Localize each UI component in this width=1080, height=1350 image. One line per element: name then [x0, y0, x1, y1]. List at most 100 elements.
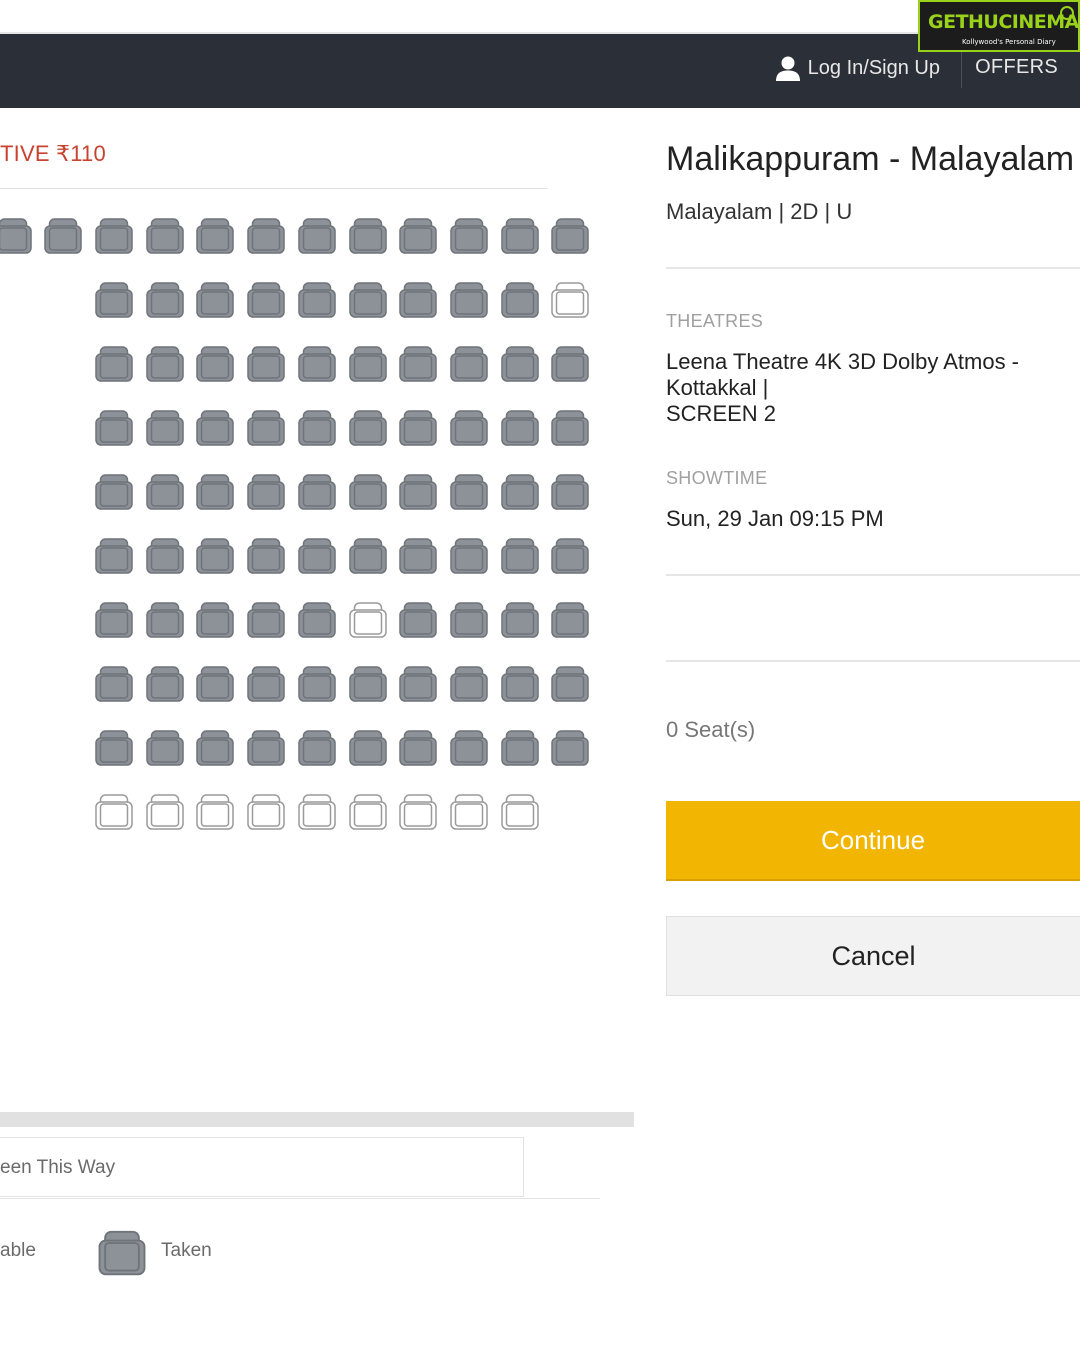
seat-icon: [399, 794, 437, 830]
seat-taken: [398, 728, 438, 768]
seat-icon: [551, 666, 590, 702]
seat-icon: [500, 218, 539, 254]
seat-icon: [298, 346, 336, 382]
summary-divider: [666, 574, 1080, 576]
legend-taken-label: Taken: [161, 1240, 212, 1261]
login-signup-link[interactable]: Log In/Sign Up: [774, 54, 940, 82]
seat-taken: [500, 280, 540, 320]
theatre-name: Leena Theatre 4K 3D Dolby Atmos - Kottak…: [666, 349, 1066, 427]
seat-taken: [500, 536, 540, 576]
seat-taken: [550, 472, 590, 512]
seat-taken: [94, 408, 134, 448]
seat-taken: [297, 408, 337, 448]
seat-icon: [450, 474, 488, 510]
seat-taken: [297, 216, 337, 256]
continue-button[interactable]: Continue: [666, 801, 1080, 881]
seat-icon: [399, 474, 437, 510]
seat-available[interactable]: [195, 792, 235, 832]
seat-taken: [500, 216, 540, 256]
seat-taken: [246, 664, 286, 704]
seat-available[interactable]: [348, 792, 388, 832]
seat-icon: [298, 666, 336, 702]
seat-icon: [551, 474, 590, 510]
seat-icon: [196, 730, 235, 766]
seat-taken: [195, 728, 235, 768]
seat-icon: [551, 218, 590, 254]
seat-icon: [450, 602, 488, 638]
seat-icon: [348, 410, 387, 446]
seat-taken: [449, 408, 489, 448]
seat-taken: [94, 536, 134, 576]
seat-taken: [246, 280, 286, 320]
seat-available[interactable]: [145, 792, 185, 832]
seat-available[interactable]: [449, 792, 489, 832]
seat-icon: [145, 346, 184, 382]
seat-available[interactable]: [246, 792, 286, 832]
user-icon: [775, 56, 800, 81]
seat-icon: [298, 602, 336, 638]
seat-icon: [500, 602, 539, 638]
seat-taken: [94, 344, 134, 384]
legend-taken-seat-icon: [96, 1228, 148, 1283]
seat-icon: [298, 730, 336, 766]
seat-icon: [247, 730, 285, 766]
seat-icon: [145, 282, 184, 318]
seat-icon: [399, 282, 437, 318]
theatre-screen-line: SCREEN 2: [666, 401, 777, 426]
seat-taken: [550, 408, 590, 448]
seat-icon: [95, 666, 133, 702]
seat-icon: [95, 410, 133, 446]
seat-taken: [449, 728, 489, 768]
seat-icon: [500, 282, 539, 318]
seat-taken: [500, 600, 540, 640]
seat-icon: [145, 730, 184, 766]
seat-icon: [145, 538, 184, 574]
theatres-label: THEATRES: [666, 311, 764, 331]
seat-icon: [298, 538, 336, 574]
summary-divider: [666, 660, 1080, 662]
seat-available[interactable]: [348, 600, 388, 640]
seat-available[interactable]: [94, 792, 134, 832]
seat-icon: [196, 410, 235, 446]
seat-map: [0, 0, 640, 900]
seat-icon: [247, 218, 285, 254]
seat-icon: [196, 282, 235, 318]
seat-taken: [297, 472, 337, 512]
seat-icon: [196, 666, 235, 702]
seat-taken: [94, 216, 134, 256]
seat-icon: [196, 218, 235, 254]
seat-icon: [348, 218, 387, 254]
seat-taken: [246, 408, 286, 448]
seat-taken: [348, 664, 388, 704]
seat-icon: [145, 602, 184, 638]
seat-taken: [398, 600, 438, 640]
seat-available[interactable]: [297, 792, 337, 832]
seat-taken: [145, 216, 185, 256]
seat-icon: [500, 474, 539, 510]
seat-icon: [348, 538, 387, 574]
seat-available[interactable]: [500, 792, 540, 832]
seat-icon: [450, 218, 488, 254]
seat-icon: [450, 410, 488, 446]
seat-taken: [145, 280, 185, 320]
seat-taken: [145, 408, 185, 448]
seat-icon: [298, 474, 336, 510]
seat-icon: [145, 474, 184, 510]
seat-icon: [450, 730, 488, 766]
seat-taken: [500, 408, 540, 448]
seat-taken: [246, 472, 286, 512]
seat-icon: [44, 218, 83, 254]
seat-icon: [247, 346, 285, 382]
seat-available[interactable]: [398, 792, 438, 832]
seat-available[interactable]: [550, 280, 590, 320]
seat-taken: [145, 472, 185, 512]
seat-icon: [348, 474, 387, 510]
seat-taken: [297, 280, 337, 320]
cancel-button[interactable]: Cancel: [666, 916, 1080, 996]
seat-taken: [449, 536, 489, 576]
offers-link[interactable]: OFFERS: [975, 56, 1058, 79]
seat-taken: [195, 408, 235, 448]
seat-taken: [348, 728, 388, 768]
seat-icon: [95, 218, 133, 254]
seat-taken: [550, 728, 590, 768]
